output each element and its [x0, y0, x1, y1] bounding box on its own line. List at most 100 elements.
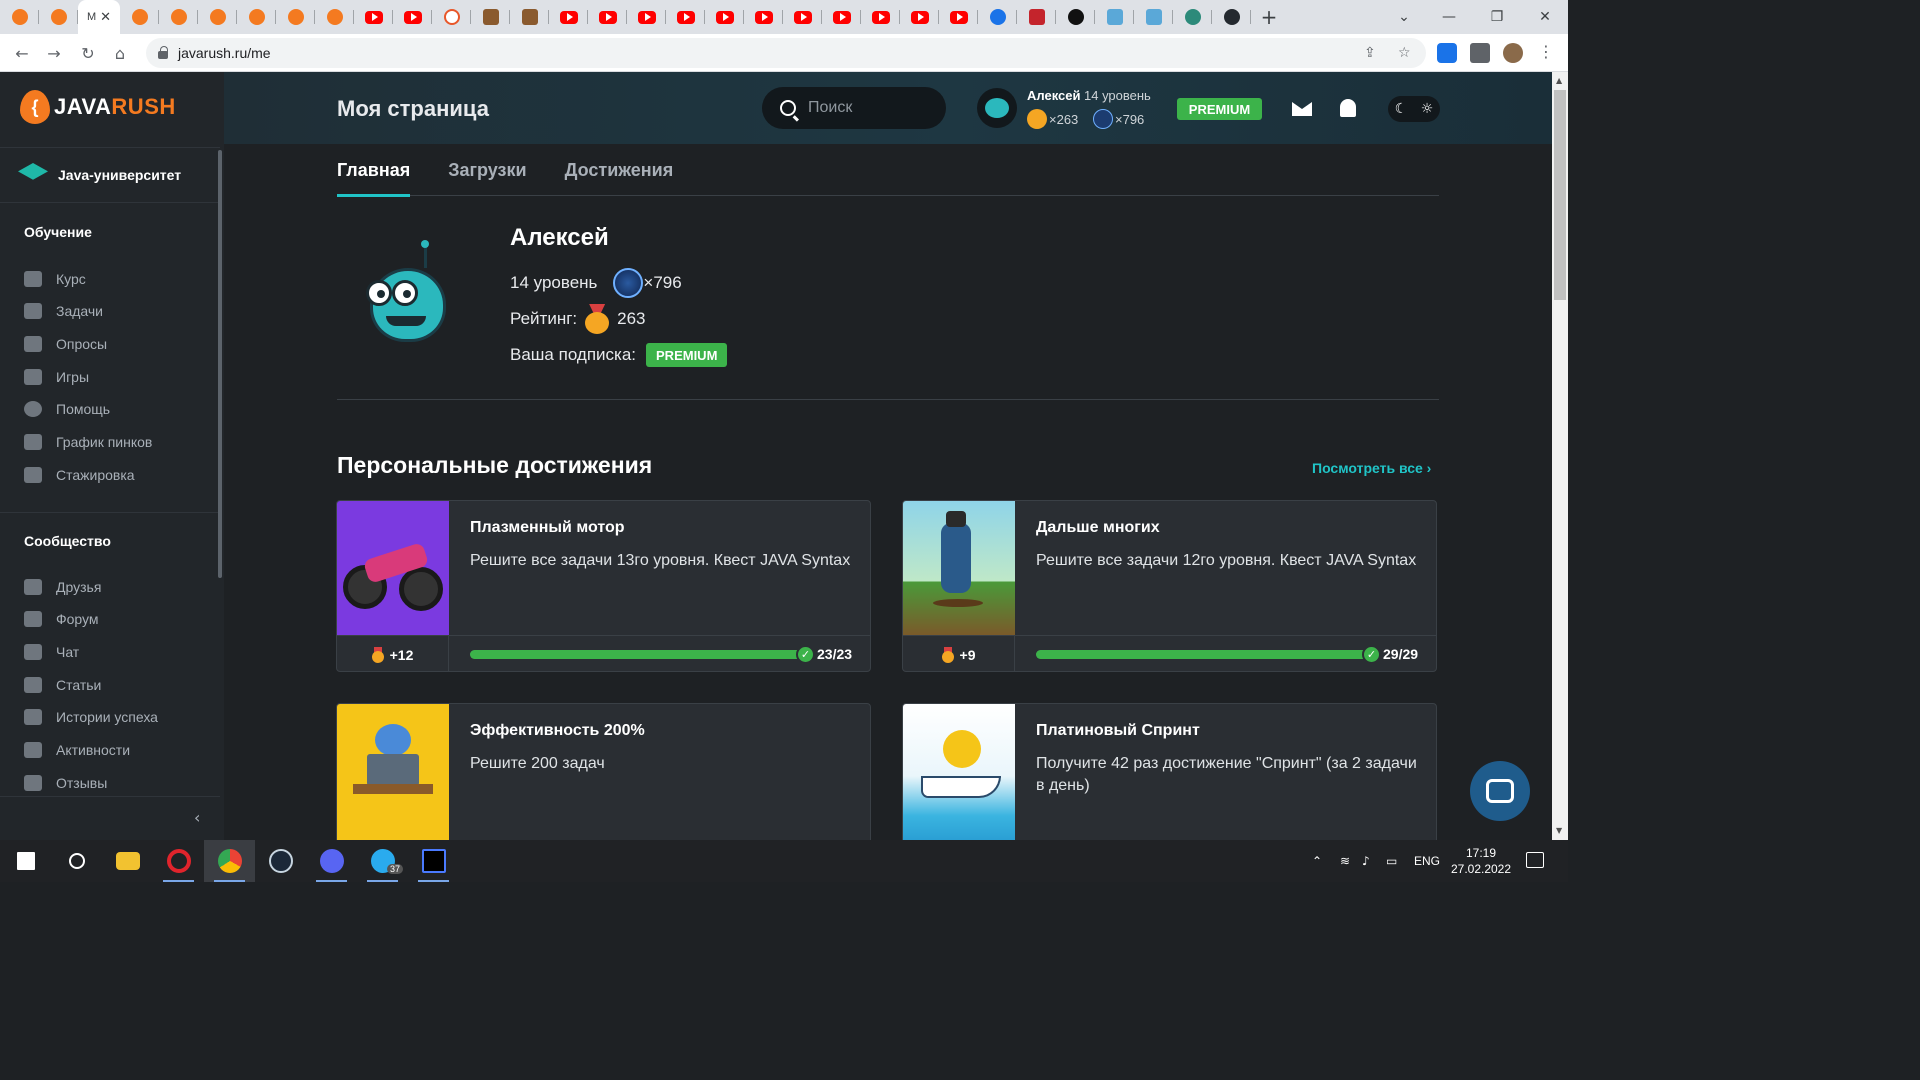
browser-tab[interactable] [1017, 0, 1056, 34]
java-university-link[interactable]: Java-университет [0, 147, 220, 203]
sidebar-scrollbar[interactable] [218, 150, 222, 578]
sidebar-item-internship[interactable]: Стажировка [24, 462, 135, 488]
browser-tab[interactable] [510, 0, 549, 34]
search-input[interactable]: Поиск [762, 87, 946, 129]
volume-icon[interactable]: ♪ [1362, 840, 1370, 882]
browser-tab[interactable] [822, 0, 861, 34]
taskbar-discord[interactable] [306, 840, 357, 882]
taskbar-intellij[interactable] [408, 840, 459, 882]
browser-tab[interactable] [432, 0, 471, 34]
collapse-sidebar-chevron-icon[interactable]: ‹ [194, 808, 200, 827]
achievement-card[interactable]: Платиновый Спринт Получите 42 раз достиж… [902, 703, 1437, 863]
browser-tab[interactable] [1212, 0, 1251, 34]
home-button[interactable]: ⌂ [104, 37, 136, 69]
back-button[interactable]: ← [6, 37, 38, 69]
browser-tab[interactable] [666, 0, 705, 34]
bookmark-star-icon[interactable]: ☆ [1398, 45, 1411, 61]
browser-tab[interactable] [0, 0, 39, 34]
premium-badge[interactable]: PREMIUM [1177, 98, 1262, 120]
theme-toggle[interactable]: ☾ ☼ [1388, 96, 1440, 122]
tab-achievements[interactable]: Достижения [565, 144, 674, 196]
javarush-logo[interactable]: { JAVARUSH [20, 90, 176, 124]
sidebar-item-forum[interactable]: Форум [24, 606, 99, 632]
achievement-card[interactable]: Дальше многих Решите все задачи 12го уро… [902, 500, 1437, 672]
subscription-premium-badge[interactable]: PREMIUM [646, 343, 728, 367]
tray-chevron-icon[interactable]: ⌃ [1312, 840, 1322, 882]
browser-tab[interactable] [393, 0, 432, 34]
browser-tab[interactable] [120, 0, 159, 34]
browser-tab[interactable] [783, 0, 822, 34]
user-avatar[interactable] [977, 88, 1017, 128]
tab-downloads[interactable]: Загрузки [448, 144, 526, 196]
taskbar-opera[interactable] [153, 840, 204, 882]
browser-tab[interactable] [159, 0, 198, 34]
scrollbar-thumb[interactable] [1554, 90, 1566, 300]
sidebar-item-course[interactable]: Курс [24, 266, 86, 292]
browser-tab-active[interactable]: М ✕ [78, 0, 120, 34]
tab-main[interactable]: Главная [337, 144, 411, 197]
browser-tab[interactable] [1134, 0, 1173, 34]
taskbar-chrome[interactable] [204, 840, 255, 882]
header-user-name[interactable]: Алексей [1027, 88, 1081, 103]
network-icon[interactable]: ≋ [1340, 840, 1350, 882]
sidebar-item-success-stories[interactable]: Истории успеха [24, 704, 158, 730]
bell-icon[interactable] [1340, 99, 1356, 117]
scroll-down-arrow-icon[interactable]: ▼ [1556, 826, 1562, 835]
browser-tab[interactable] [978, 0, 1017, 34]
maximize-button[interactable]: ❐ [1474, 0, 1520, 34]
browser-tab[interactable] [237, 0, 276, 34]
reload-button[interactable]: ↻ [72, 37, 104, 69]
browser-tab[interactable] [1173, 0, 1212, 34]
browser-tab[interactable] [471, 0, 510, 34]
browser-tab[interactable] [354, 0, 393, 34]
notifications-icon[interactable] [1526, 852, 1544, 868]
sidebar-item-friends[interactable]: Друзья [24, 574, 101, 600]
browser-tab[interactable] [939, 0, 978, 34]
browser-tab[interactable] [276, 0, 315, 34]
browser-tab[interactable] [1056, 0, 1095, 34]
browser-tab[interactable] [198, 0, 237, 34]
achievement-card[interactable]: Эффективность 200% Решите 200 задач [336, 703, 871, 863]
system-clock[interactable]: 17:19 27.02.2022 [1446, 845, 1516, 877]
sidebar-item-tasks[interactable]: Задачи [24, 298, 103, 324]
sidebar-item-surveys[interactable]: Опросы [24, 331, 107, 357]
sidebar-item-articles[interactable]: Статьи [24, 672, 101, 698]
browser-tab[interactable] [705, 0, 744, 34]
browser-tab[interactable] [39, 0, 78, 34]
translate-extension-icon[interactable] [1437, 43, 1457, 63]
taskbar-search-button[interactable] [51, 840, 102, 882]
sidebar-item-games[interactable]: Игры [24, 364, 89, 390]
support-chat-button[interactable] [1470, 761, 1530, 821]
close-window-button[interactable]: ✕ [1522, 0, 1568, 34]
tab-close-icon[interactable]: ✕ [100, 10, 111, 25]
see-all-link[interactable]: Посмотреть все › [1312, 460, 1431, 476]
page-scrollbar[interactable]: ▲ ▼ [1552, 72, 1568, 840]
tab-search-button[interactable]: ⌄ [1381, 0, 1427, 34]
sidebar-item-chat[interactable]: Чат [24, 639, 79, 665]
profile-avatar-icon[interactable] [1503, 43, 1523, 63]
extensions-puzzle-icon[interactable] [1470, 43, 1490, 63]
browser-tab[interactable] [744, 0, 783, 34]
sidebar-item-reviews[interactable]: Отзывы [24, 770, 107, 796]
scroll-up-arrow-icon[interactable]: ▲ [1556, 76, 1562, 85]
browser-tab[interactable] [549, 0, 588, 34]
mail-icon[interactable] [1292, 102, 1312, 116]
start-button[interactable] [0, 840, 51, 882]
taskbar-explorer[interactable] [102, 840, 153, 882]
minimize-button[interactable]: — [1426, 0, 1472, 34]
sidebar-item-kick-schedule[interactable]: График пинков [24, 429, 152, 455]
sidebar-item-help[interactable]: Помощь [24, 396, 110, 422]
taskbar-steam[interactable] [255, 840, 306, 882]
browser-menu-icon[interactable]: ⋮ [1538, 42, 1554, 62]
browser-tab[interactable] [900, 0, 939, 34]
url-field[interactable]: javarush.ru/me ⇪ ☆ [146, 38, 1426, 68]
browser-tab[interactable] [861, 0, 900, 34]
forward-button[interactable]: → [38, 37, 70, 69]
browser-tab[interactable] [588, 0, 627, 34]
new-tab-button[interactable]: + [1251, 5, 1287, 29]
battery-icon[interactable]: ▭ [1386, 840, 1397, 882]
achievement-card[interactable]: Плазменный мотор Решите все задачи 13го … [336, 500, 871, 672]
share-icon[interactable]: ⇪ [1364, 45, 1376, 61]
browser-tab[interactable] [315, 0, 354, 34]
browser-tab[interactable] [627, 0, 666, 34]
